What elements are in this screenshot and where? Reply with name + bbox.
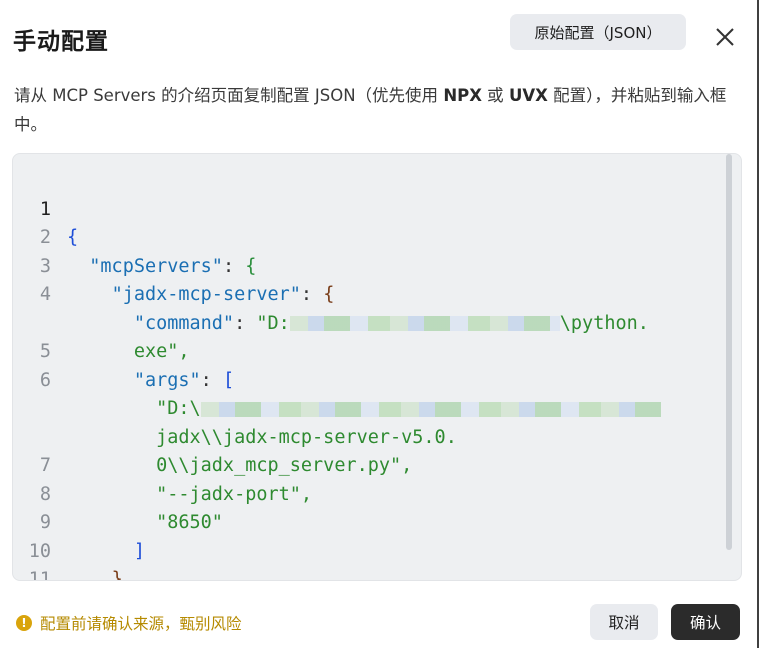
- code-line: 12 }: [13, 566, 741, 580]
- uvx-label: UVX: [508, 86, 548, 105]
- npx-label: NPX: [443, 86, 482, 105]
- instruction-text: 请从 MCP Servers 的介绍页面复制配置 JSON（优先使用 NPX 或…: [14, 86, 727, 134]
- raw-config-json-button[interactable]: 原始配置（JSON）: [510, 14, 686, 50]
- manual-config-dialog: 手动配置 原始配置（JSON） 请从 MCP Servers 的介绍页面复制配置…: [0, 0, 762, 648]
- code-line: 0\\jadx_mcp_server.py",: [156, 455, 413, 476]
- confirm-button[interactable]: 确认: [671, 604, 740, 640]
- code-line: 4 "command": "D: \python.: [13, 253, 741, 334]
- window-edge: [757, 0, 759, 648]
- code-line: 2 "mcpServers": {: [13, 196, 741, 277]
- warning-note: ! 配置前请确认来源，甄别风险: [16, 612, 242, 634]
- code-line: 9 ]: [13, 481, 741, 562]
- code-line: 7 "--jadx-port",: [13, 424, 741, 505]
- close-icon[interactable]: [712, 24, 738, 50]
- code-line: 3 "jadx-mcp-server": {: [13, 224, 741, 306]
- code-line: 1 {: [13, 167, 741, 249]
- code-line: jadx\\jadx-mcp-server-v5.0.: [156, 426, 457, 448]
- code-area[interactable]: 1 { 2 "mcpServers": { 3 "jadx-mcp-server…: [13, 167, 741, 581]
- code-line: 8 "8650": [13, 452, 741, 534]
- dialog-title: 手动配置: [13, 29, 109, 55]
- json-editor[interactable]: 1 { 2 "mcpServers": { 3 "jadx-mcp-server…: [12, 153, 742, 581]
- code-line: 5 "args": [: [13, 310, 741, 391]
- code-line: 6 "D:\: [13, 338, 741, 419]
- info-icon: !: [16, 615, 32, 631]
- editor-scrollbar[interactable]: [726, 154, 732, 550]
- code-line: 10 }: [13, 509, 741, 581]
- cancel-button[interactable]: 取消: [590, 604, 658, 640]
- code-line: exe",: [133, 341, 190, 362]
- warning-text: 配置前请确认来源，甄别风险: [40, 615, 242, 633]
- code-line: 11 }: [13, 538, 741, 580]
